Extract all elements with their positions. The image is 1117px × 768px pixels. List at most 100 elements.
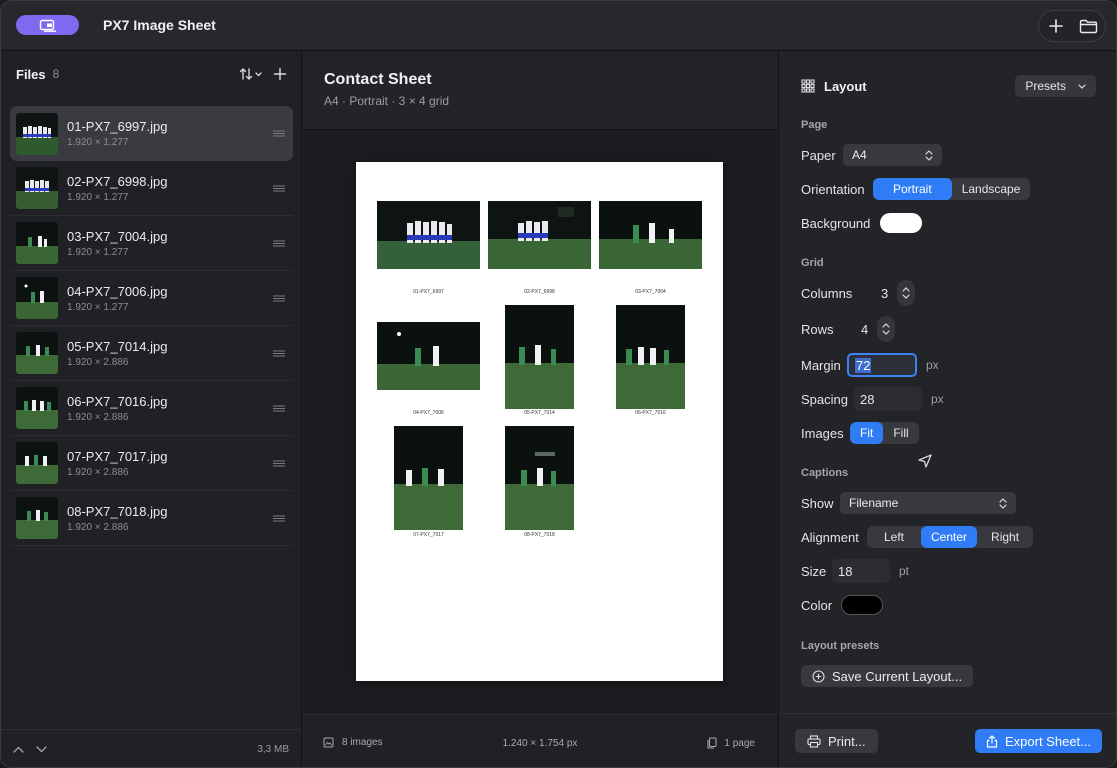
section-page: Page: [801, 119, 828, 131]
spacing-row: Spacing 28 px: [801, 387, 1102, 411]
sheet-preview-pane: Contact Sheet A4 · Portrait · 3 × 4 grid…: [303, 52, 777, 767]
file-dimensions: 1.920 × 2.886: [67, 411, 129, 423]
background-color-swatch[interactable]: [880, 213, 922, 233]
caption-size-input[interactable]: 18: [832, 559, 890, 583]
images-fit[interactable]: Fit: [850, 422, 884, 444]
sheet-cell[interactable]: 08-PX7_7018: [488, 426, 591, 538]
file-name: 06-PX7_7016.jpg: [67, 393, 168, 409]
margin-input[interactable]: 72: [847, 353, 917, 377]
drag-handle-icon[interactable]: [273, 350, 285, 357]
file-name: 02-PX7_6998.jpg: [67, 173, 168, 189]
open-folder-button[interactable]: [1075, 12, 1103, 40]
inspector-title: Layout: [824, 78, 867, 94]
file-item[interactable]: 05-PX7_7014.jpg 1.920 × 2.886: [10, 326, 293, 381]
drag-handle-icon[interactable]: [273, 295, 285, 302]
rows-stepper[interactable]: [877, 316, 895, 342]
chevron-down-icon: [1078, 83, 1086, 89]
sheet-image: [505, 426, 574, 530]
caption-show-value: Filename: [849, 496, 899, 510]
export-sheet-button[interactable]: Export Sheet...: [975, 729, 1102, 753]
columns-stepper[interactable]: [897, 280, 915, 306]
color-row: Color: [801, 593, 1102, 617]
pixel-dimensions: 1.240 × 1.754 px: [502, 738, 578, 749]
file-thumbnail: [16, 277, 58, 319]
file-item[interactable]: 02-PX7_6998.jpg 1.920 × 1.277: [10, 161, 293, 216]
share-icon: [986, 734, 998, 748]
app-badge[interactable]: [16, 15, 79, 35]
sheet-cell[interactable]: 05-PX7_7014: [488, 305, 591, 417]
paper-label: Paper: [801, 147, 836, 163]
grid-icon: [801, 79, 815, 93]
orientation-portrait[interactable]: Portrait: [873, 178, 952, 200]
print-button[interactable]: Print...: [795, 729, 878, 753]
alignment-center[interactable]: Center: [921, 526, 978, 548]
save-layout-row: Save Current Layout...: [801, 664, 1102, 688]
updown-chevron-icon: [925, 149, 933, 161]
inspector-header: Layout Presets: [801, 75, 1096, 97]
drag-handle-icon[interactable]: [273, 515, 285, 522]
add-file-button[interactable]: [273, 67, 287, 81]
alignment-right[interactable]: Right: [977, 526, 1033, 548]
save-layout-button[interactable]: Save Current Layout...: [801, 665, 974, 687]
file-item[interactable]: 04-PX7_7006.jpg 1.920 × 1.277: [10, 271, 293, 326]
file-item[interactable]: 06-PX7_7016.jpg 1.920 × 2.886: [10, 381, 293, 436]
file-name: 05-PX7_7014.jpg: [67, 338, 168, 354]
sheet-subtitle: A4 · Portrait · 3 × 4 grid: [324, 94, 450, 108]
sheet-cell[interactable]: 07-PX7_7017: [377, 426, 480, 538]
sheet-page[interactable]: 01-PX7_6997 02-PX7_6998 03-PX7_7004 04-P: [356, 162, 723, 681]
alignment-left[interactable]: Left: [867, 526, 921, 548]
file-item[interactable]: 08-PX7_7018.jpg 1.920 × 2.886: [10, 491, 293, 546]
titlebar-actions: [1038, 10, 1106, 42]
drag-handle-icon[interactable]: [273, 185, 285, 192]
images-label: Images: [801, 425, 844, 441]
images-row: Images Fit Fill: [801, 421, 1102, 445]
spacing-input[interactable]: 28: [854, 387, 922, 411]
orientation-label: Orientation: [801, 181, 865, 197]
orientation-landscape[interactable]: Landscape: [952, 178, 1031, 200]
sheet-caption: 08-PX7_7018: [524, 532, 555, 538]
images-fill[interactable]: Fill: [883, 422, 918, 444]
paper-row: Paper A4: [801, 143, 1102, 167]
files-title: Files: [16, 66, 46, 82]
size-row: Size 18 pt: [801, 559, 1102, 583]
pointer-cursor-icon: [918, 454, 932, 468]
margin-value: 72: [855, 357, 872, 373]
caption-show-select[interactable]: Filename: [840, 492, 1016, 514]
drag-handle-icon[interactable]: [273, 240, 285, 247]
file-dimensions: 1.920 × 2.886: [67, 466, 129, 478]
file-dimensions: 1.920 × 1.277: [67, 137, 129, 148]
sheet-cell[interactable]: 02-PX7_6998: [488, 201, 591, 295]
columns-row: Columns 3: [801, 280, 1102, 306]
drag-handle-icon[interactable]: [273, 130, 285, 137]
file-item[interactable]: 03-PX7_7004.jpg 1.920 × 1.277: [10, 216, 293, 271]
caption-color-swatch[interactable]: [841, 595, 883, 615]
sort-icon: [239, 68, 262, 80]
caption-size-unit: pt: [899, 564, 910, 578]
sheet-title: Contact Sheet: [324, 71, 432, 88]
file-item[interactable]: 07-PX7_7017.jpg 1.920 × 2.886: [10, 436, 293, 491]
alignment-segmented: Left Center Right: [867, 526, 1034, 548]
sort-button[interactable]: [239, 67, 263, 81]
move-up-button[interactable]: [13, 746, 24, 753]
sheet-cell[interactable]: 04-PX7_7006: [377, 305, 480, 417]
add-sheet-button[interactable]: [1042, 12, 1070, 40]
orientation-segmented: Portrait Landscape: [873, 178, 1031, 200]
sheet-caption: 06-PX7_7016: [635, 410, 666, 416]
drag-handle-icon[interactable]: [273, 405, 285, 412]
files-footer: 3,3 MB: [1, 729, 301, 767]
file-item[interactable]: 01-PX7_6997.jpg 1.920 × 1.277: [10, 106, 293, 161]
chevron-up-icon: [902, 287, 910, 292]
files-count: 8: [52, 67, 60, 81]
sheet-cell[interactable]: 06-PX7_7016: [599, 305, 702, 417]
photo-stack-icon: [39, 19, 56, 32]
presets-dropdown[interactable]: Presets: [1015, 75, 1096, 97]
sheet-caption: 02-PX7_6998: [524, 289, 555, 295]
pages-icon: [707, 737, 717, 749]
sheet-cell[interactable]: 01-PX7_6997: [377, 201, 480, 295]
sheet-cell[interactable]: 03-PX7_7004: [599, 201, 702, 295]
export-label: Export Sheet...: [1005, 733, 1091, 749]
move-down-button[interactable]: [36, 746, 47, 753]
drag-handle-icon[interactable]: [273, 460, 285, 467]
paper-select[interactable]: A4: [843, 144, 942, 166]
app-title: PX7 Image Sheet: [103, 17, 216, 33]
